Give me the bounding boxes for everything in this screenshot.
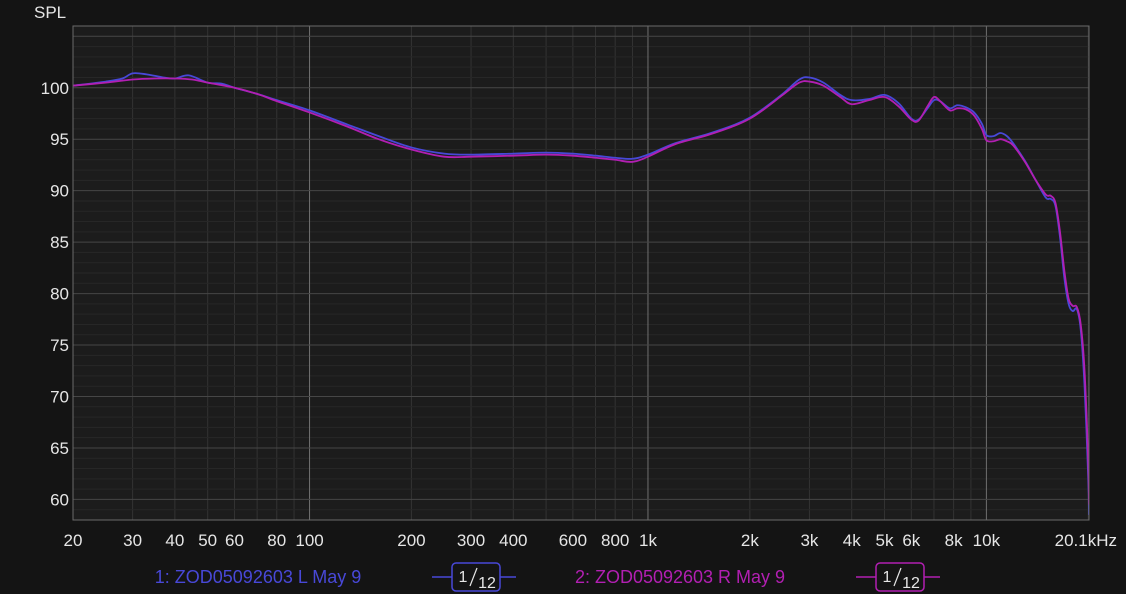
y-tick-label: 100 — [41, 79, 69, 98]
y-tick-label: 80 — [50, 285, 69, 304]
y-axis-ticks: 60 65 70 75 80 85 90 95 100 — [41, 79, 69, 510]
smoothing-denominator: 12 — [902, 575, 920, 592]
x-tick-label: 10k — [973, 531, 1001, 550]
x-tick-label: 50 — [198, 531, 217, 550]
y-axis-label: SPL — [34, 3, 66, 22]
x-tick-label: 400 — [499, 531, 527, 550]
x-tick-label: 600 — [559, 531, 587, 550]
x-tick-label: 6k — [902, 531, 920, 550]
x-tick-label: 4k — [843, 531, 861, 550]
x-tick-label: 40 — [165, 531, 184, 550]
x-tick-label: 300 — [457, 531, 485, 550]
x-axis-ticks: 20 30 40 50 60 80 100 200 300 400 600 800 1k 2k 3k 4k 5k… — [64, 531, 1117, 550]
smoothing-numerator: 1 — [459, 569, 468, 586]
x-tick-label: 3k — [800, 531, 818, 550]
smoothing-control-1[interactable]: 1 12 — [432, 562, 516, 592]
y-tick-label: 95 — [50, 130, 69, 149]
x-tick-label: 5k — [876, 531, 894, 550]
y-tick-label: 75 — [50, 336, 69, 355]
x-tick-label: 20.1kHz — [1055, 531, 1117, 550]
x-tick-label: 20 — [64, 531, 83, 550]
y-tick-label: 90 — [50, 182, 69, 201]
x-tick-label: 100 — [295, 531, 323, 550]
x-tick-label: 8k — [945, 531, 963, 550]
smoothing-denominator: 12 — [478, 575, 496, 592]
x-tick-label: 200 — [397, 531, 425, 550]
x-tick-label: 30 — [123, 531, 142, 550]
smoothing-control-2[interactable]: 1 12 — [856, 562, 940, 592]
legend-label-2[interactable]: 2: ZOD05092603 R May 9 — [575, 567, 785, 587]
x-tick-label: 80 — [267, 531, 286, 550]
x-tick-label: 2k — [741, 531, 759, 550]
smoothing-numerator: 1 — [883, 569, 892, 586]
x-tick-label: 60 — [225, 531, 244, 550]
legend-label-1[interactable]: 1: ZOD05092603 L May 9 — [155, 567, 361, 587]
x-tick-label: 800 — [601, 531, 629, 550]
frequency-response-chart: 60 65 70 75 80 85 90 95 100 20 30 40 50 60 80 100 200 30… — [34, 3, 1117, 592]
y-tick-label: 60 — [50, 490, 69, 509]
y-tick-label: 70 — [50, 388, 69, 407]
legend: 1: ZOD05092603 L May 9 1 12 2: ZOD05092603 … — [155, 562, 940, 592]
y-tick-label: 85 — [50, 233, 69, 252]
y-tick-label: 65 — [50, 439, 69, 458]
x-tick-label: 1k — [639, 531, 657, 550]
